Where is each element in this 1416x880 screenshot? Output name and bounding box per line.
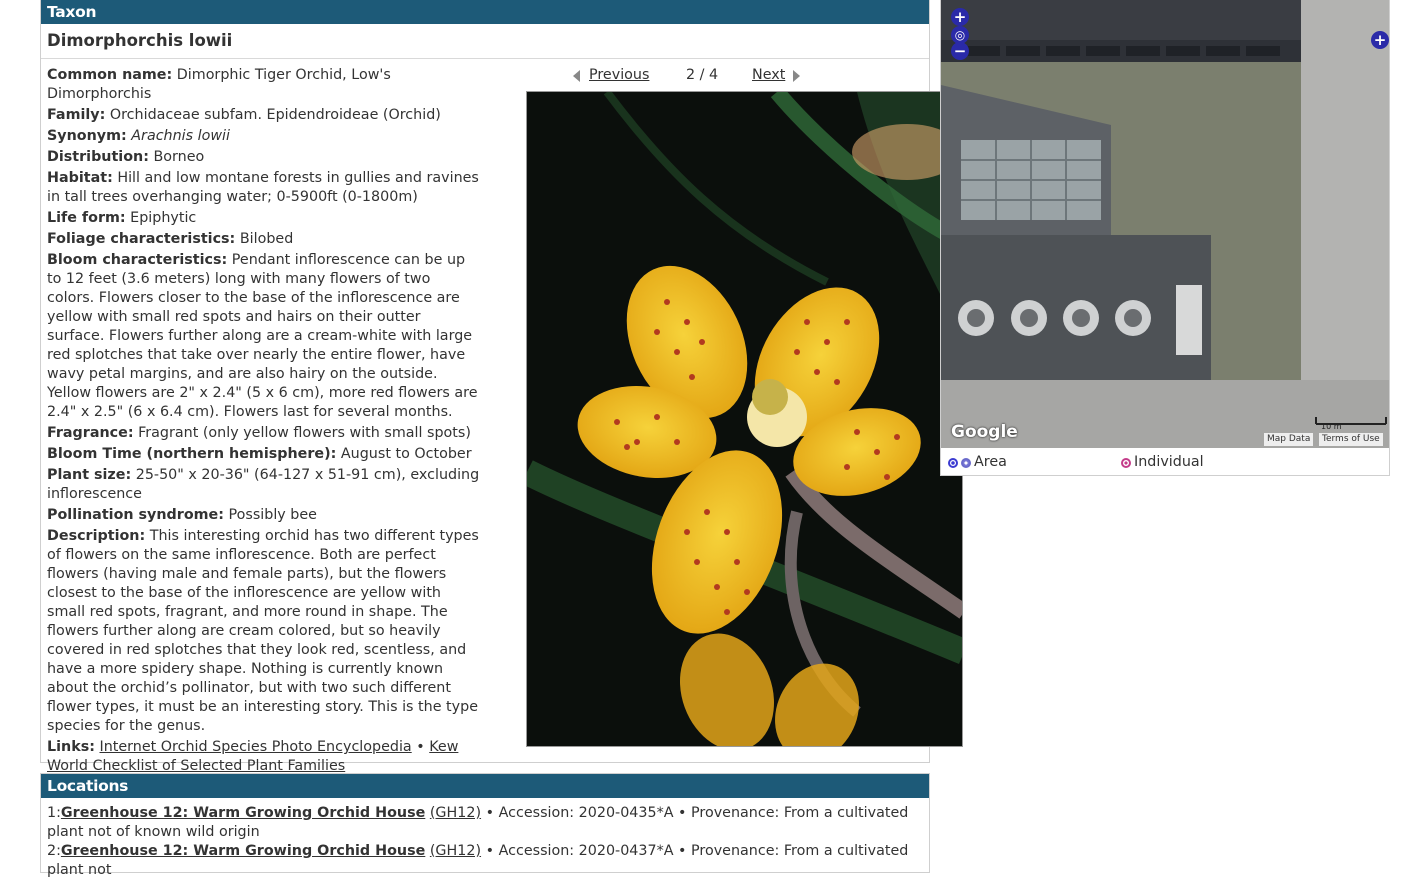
gallery-nav: Previous 2 / 4 Next bbox=[573, 66, 833, 86]
taxon-panel: Taxon Dimorphorchis lowii Common name: D… bbox=[40, 0, 963, 774]
list-item: 2:Greenhouse 12: Warm Growing Orchid Hou… bbox=[47, 843, 909, 878]
locations-header: Locations bbox=[41, 774, 929, 798]
area-marker-icon bbox=[948, 457, 958, 468]
legend-individual: Individual bbox=[1121, 449, 1204, 476]
satellite-map[interactable]: + ◎ − + Google 10 m Map Data Terms of Us… bbox=[941, 0, 1389, 448]
link-orchid-encyclopedia[interactable]: Internet Orchid Species Photo Encycloped… bbox=[99, 739, 411, 755]
satellite-map-image bbox=[941, 0, 1389, 448]
expand-map-button[interactable]: + bbox=[1371, 31, 1389, 49]
locations-list: 1:Greenhouse 12: Warm Growing Orchid Hou… bbox=[41, 798, 929, 880]
google-logo: Google bbox=[951, 422, 1018, 442]
location-code-link[interactable]: (GH12) bbox=[430, 843, 481, 859]
detail-plant-size: Plant size: 25-50" x 20-36" (64-127 x 51… bbox=[47, 467, 480, 502]
next-link[interactable]: Next bbox=[752, 66, 785, 85]
detail-common-name: Common name: Dimorphic Tiger Orchid, Low… bbox=[47, 67, 391, 102]
map-data-link[interactable]: Map Data bbox=[1264, 433, 1314, 446]
locations-panel: Locations 1:Greenhouse 12: Warm Growing … bbox=[40, 773, 930, 878]
next-button[interactable]: Next bbox=[752, 66, 801, 85]
location-code-link[interactable]: (GH12) bbox=[430, 805, 481, 821]
map-legend: Area Individual bbox=[941, 449, 1389, 476]
taxon-header: Taxon bbox=[41, 0, 929, 24]
detail-bloom-time: Bloom Time (northern hemisphere): August… bbox=[47, 446, 472, 462]
legend-area: Area bbox=[948, 449, 1007, 476]
area-marker-alt-icon bbox=[961, 457, 971, 468]
detail-life-form: Life form: Epiphytic bbox=[47, 210, 197, 226]
previous-link[interactable]: Previous bbox=[589, 66, 649, 85]
detail-distribution: Distribution: Borneo bbox=[47, 149, 205, 165]
detail-synonym: Synonym: Arachnis lowii bbox=[47, 128, 231, 144]
location-link[interactable]: Greenhouse 12: Warm Growing Orchid House bbox=[61, 805, 425, 821]
detail-description: Description: This interesting orchid has… bbox=[47, 528, 479, 734]
taxon-name: Dimorphorchis lowii bbox=[41, 24, 929, 59]
individual-marker-icon bbox=[1121, 457, 1131, 468]
detail-fragrance: Fragrance: Fragrant (only yellow flowers… bbox=[47, 425, 471, 441]
detail-pollination: Pollination syndrome: Possibly bee bbox=[47, 507, 317, 523]
zoom-out-button[interactable]: − bbox=[951, 42, 969, 60]
orchid-photo[interactable] bbox=[526, 91, 963, 747]
detail-family: Family: Orchidaceae subfam. Epidendroide… bbox=[47, 107, 441, 123]
arrow-right-icon bbox=[793, 69, 801, 82]
detail-bloom: Bloom characteristics: Pendant infloresc… bbox=[47, 252, 478, 420]
gallery-counter: 2 / 4 bbox=[686, 67, 719, 83]
zoom-in-button[interactable]: + bbox=[951, 8, 969, 26]
detail-links: Links: Internet Orchid Species Photo Enc… bbox=[47, 739, 459, 774]
list-item: 1:Greenhouse 12: Warm Growing Orchid Hou… bbox=[47, 805, 909, 840]
terms-of-use-link[interactable]: Terms of Use bbox=[1319, 433, 1383, 446]
taxon-details: Common name: Dimorphic Tiger Orchid, Low… bbox=[47, 66, 481, 778]
location-link[interactable]: Greenhouse 12: Warm Growing Orchid House bbox=[61, 843, 425, 859]
previous-button[interactable]: Previous bbox=[573, 66, 649, 85]
map-panel: + ◎ − + Google 10 m Map Data Terms of Us… bbox=[940, 0, 1390, 476]
detail-foliage: Foliage characteristics: Bilobed bbox=[47, 231, 294, 247]
orchid-photo-image bbox=[527, 92, 962, 746]
arrow-left-icon bbox=[573, 69, 580, 82]
detail-habitat: Habitat: Hill and low montane forests in… bbox=[47, 170, 479, 205]
